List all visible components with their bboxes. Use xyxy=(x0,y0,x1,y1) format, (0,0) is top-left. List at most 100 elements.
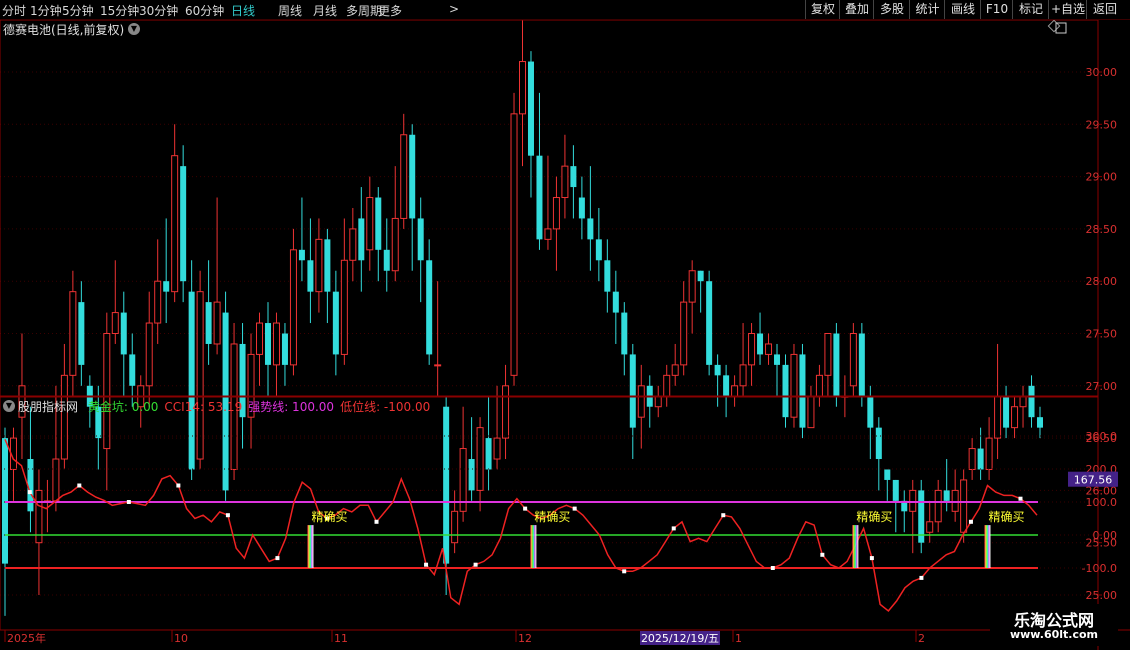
candle-body xyxy=(324,239,331,292)
candle-body xyxy=(375,197,382,250)
period-toolbar: 分时 1分钟 5分钟 15分钟 30分钟 60分钟 日线 周线 月线 多周期 更多 > 复权 叠加 多股 统计… xyxy=(0,0,1130,20)
indicator-value: 强势线: 100.00 xyxy=(248,400,335,414)
candle-body xyxy=(544,228,552,240)
candle-body xyxy=(790,353,798,418)
candlestick xyxy=(502,364,510,460)
candle-body xyxy=(476,427,484,491)
candlestick xyxy=(714,354,721,407)
title-dropdown-icon[interactable]: ▼ xyxy=(128,23,140,35)
candle-body xyxy=(391,217,399,272)
cci-marker xyxy=(176,483,181,488)
cci-current-value: 167.56 xyxy=(1074,474,1113,487)
signal-label: 精确买 xyxy=(988,510,1024,524)
candle-body xyxy=(1019,395,1027,408)
candlestick xyxy=(765,333,773,365)
candlestick xyxy=(434,281,442,397)
candle-body xyxy=(188,291,195,470)
toolbar-button[interactable]: +自选 xyxy=(1048,0,1087,19)
cci-marker xyxy=(919,575,924,580)
candlestick xyxy=(281,323,288,386)
indicator-dropdown-icon[interactable]: ▼ xyxy=(3,400,15,412)
candlestick xyxy=(154,239,162,344)
candle-body xyxy=(570,166,577,188)
candlestick xyxy=(366,176,374,271)
period-tab[interactable]: 多周期 xyxy=(346,2,382,19)
candlestick xyxy=(1011,396,1019,439)
candle-body xyxy=(417,218,424,261)
cci-marker xyxy=(820,552,825,557)
period-tab[interactable]: 月线 xyxy=(313,2,337,19)
candle-body xyxy=(1028,385,1035,418)
period-tab[interactable]: 周线 xyxy=(278,2,302,19)
candle-body xyxy=(977,448,984,470)
candle-body xyxy=(892,479,899,501)
candlestick xyxy=(383,218,390,292)
candlestick xyxy=(519,9,526,167)
indicator-value: 低位线: -100.00 xyxy=(340,400,431,414)
period-tab[interactable]: 60分钟 xyxy=(185,2,224,19)
candle-body xyxy=(782,364,789,418)
candlestick xyxy=(35,469,43,595)
candlestick xyxy=(849,323,857,397)
candle-body xyxy=(757,333,764,355)
candlesticks xyxy=(2,9,1043,616)
candlestick xyxy=(960,469,968,543)
candle-body xyxy=(510,113,518,376)
candlestick xyxy=(188,260,195,480)
candlestick xyxy=(774,343,781,397)
candlestick xyxy=(951,469,959,522)
candle-body xyxy=(307,260,314,292)
candlestick xyxy=(426,239,433,365)
candlestick xyxy=(120,291,127,397)
candlestick xyxy=(892,479,899,533)
signal-bar-stripe xyxy=(308,525,310,568)
candlestick xyxy=(332,270,339,376)
toolbar-button[interactable]: 复权 xyxy=(805,0,840,19)
candlestick xyxy=(239,323,246,449)
toolbar-button[interactable]: 多股 xyxy=(873,0,910,19)
period-tab[interactable]: 15分钟 xyxy=(100,2,139,19)
period-tab[interactable]: 5分钟 xyxy=(62,2,94,19)
cci-marker xyxy=(523,506,528,511)
signal-label: 精确买 xyxy=(311,510,347,524)
cci-current-tag: 167.56 xyxy=(1068,471,1118,487)
signal-bar-stripe xyxy=(534,525,536,568)
toolbar-button[interactable]: 标记 xyxy=(1012,0,1049,19)
more-arrow-icon[interactable]: > xyxy=(449,2,459,16)
period-tab[interactable]: 30分钟 xyxy=(139,2,178,19)
candlestick xyxy=(69,270,77,397)
signal-bar-stripe xyxy=(988,525,990,568)
candlestick xyxy=(247,333,255,449)
period-tab[interactable]: 更多 xyxy=(378,2,402,19)
candle-body xyxy=(366,197,374,251)
candle-body xyxy=(145,322,153,387)
signal-bar-stripe xyxy=(854,525,856,568)
cci-marker xyxy=(572,506,577,511)
signal-label: 精确买 xyxy=(856,510,892,524)
period-tab[interactable]: 日线 xyxy=(231,2,255,19)
candlestick xyxy=(833,323,840,407)
signal-bar-stripe xyxy=(535,525,537,568)
candle-body xyxy=(578,197,585,219)
period-tab[interactable]: 1分钟 xyxy=(30,2,62,19)
candle-body xyxy=(129,354,136,386)
toolbar-button[interactable]: 统计 xyxy=(909,0,945,19)
indicator-lines xyxy=(4,439,1038,612)
candlestick xyxy=(9,427,17,501)
toolbar-button[interactable]: 画线 xyxy=(944,0,981,19)
cursor-date: 2025/12/19/五 xyxy=(640,631,720,645)
candlestick xyxy=(706,270,713,376)
candle-body xyxy=(671,364,679,376)
toolbar-button[interactable]: F10 xyxy=(980,0,1013,19)
signal-bar-stripe xyxy=(530,525,532,568)
candlestick xyxy=(1028,375,1035,428)
toolbar-button[interactable]: 叠加 xyxy=(839,0,874,19)
watermark: 乐淘公式网 www.60lt.com xyxy=(990,604,1118,646)
toolbar-button[interactable]: 返回 xyxy=(1086,0,1123,19)
indicator-legend: 股朋指标网 黄金坑: 0.00 CCI14: 53.19 强势线: 100.00 低位… xyxy=(18,398,436,415)
right-edge-panel xyxy=(1119,20,1130,630)
candle-body xyxy=(926,521,934,533)
period-tab[interactable]: 分时 xyxy=(2,2,26,19)
main-frame xyxy=(0,19,1099,397)
candlestick xyxy=(646,375,653,428)
